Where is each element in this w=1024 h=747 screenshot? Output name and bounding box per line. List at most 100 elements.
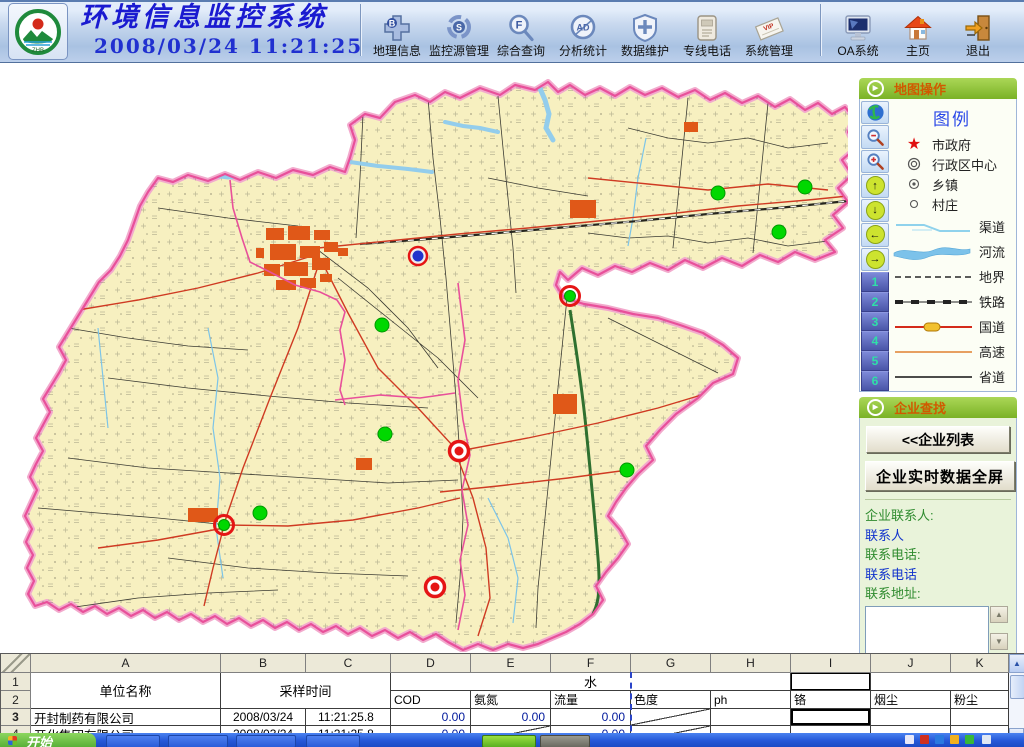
zoom-out-button[interactable] [861,125,889,148]
tray-icon[interactable] [905,735,914,744]
enterprise-marker[interactable] [772,225,786,239]
pan-down-button[interactable]: ↓ [861,199,889,222]
param-powder-dust[interactable]: 粉尘 [951,691,1009,709]
nav-home[interactable]: 主页 [888,4,948,58]
enterprise-marker[interactable] [620,463,634,477]
enterprise-marker[interactable] [378,427,392,441]
col-header-B[interactable]: B [221,654,306,673]
param-ph[interactable]: ph [711,691,791,709]
tray-icon[interactable] [950,735,959,744]
address-input[interactable] [865,606,989,654]
header-unit-name[interactable]: 单位名称 [31,673,221,709]
cell-empty[interactable] [711,709,791,726]
enterprise-marker[interactable] [375,318,389,332]
nav-dedicated-phone[interactable]: 专线电话 [676,4,738,58]
nav-monitoring-source-mgmt[interactable]: S 监控源管理 [428,4,490,58]
cell-cod-value[interactable]: 0.00 [391,709,471,726]
cell-sample-date[interactable]: 2008/03/24 [221,709,306,726]
taskbar-task-button[interactable] [168,735,228,747]
cell-no-data[interactable] [631,709,711,726]
contact-value[interactable]: 联系人 [865,526,1011,545]
table-corner-cell[interactable] [1,654,31,673]
zoom-level-3-button[interactable]: 3 [861,312,889,332]
col-header-I[interactable]: I [791,654,871,673]
nav-data-maintenance[interactable]: 数据维护 [614,4,676,58]
param-smoke-dust[interactable]: 烟尘 [871,691,951,709]
scrollbar-thumb[interactable] [1010,675,1024,699]
divider [865,499,1011,500]
tray-icon[interactable] [965,735,974,744]
selected-cell-I3[interactable] [791,709,871,726]
row-header-2[interactable]: 2 [1,691,31,709]
cell-empty[interactable] [871,709,951,726]
cell-ammonia-value[interactable]: 0.00 [471,709,551,726]
cell-flow-value[interactable]: 0.00 [551,709,631,726]
param-chroma[interactable]: 色度 [631,691,711,709]
table-scroll-up-button[interactable]: ▲ [1009,654,1024,673]
pan-up-button[interactable]: ↑ [861,174,889,197]
nav-system-management[interactable]: VIP 系统管理 [738,4,800,58]
col-header-H[interactable]: H [711,654,791,673]
nav-comprehensive-query[interactable]: F 综合查询 [490,4,552,58]
row-header-1[interactable]: 1 [1,673,31,691]
cell-J1-K1[interactable] [871,673,1009,691]
zoom-level-4-button[interactable]: 4 [861,331,889,351]
tray-icon[interactable] [935,735,944,744]
header-water-group[interactable]: 水 [391,673,791,691]
nav-exit[interactable]: 退出 [948,4,1008,58]
row-header-3[interactable]: 3 [1,709,31,726]
tray-icon[interactable] [920,735,929,744]
phone-value[interactable]: 联系电话 [865,565,1011,584]
scroll-down-icon[interactable]: ▼ [990,633,1008,650]
pan-right-button[interactable]: → [861,248,889,271]
col-header-G[interactable]: G [631,654,711,673]
nav-geographic-info[interactable]: B 地理信息 [366,4,428,58]
nav-analysis-statistics[interactable]: AD 分析统计 [552,4,614,58]
full-extent-button[interactable] [861,101,889,124]
enterprise-marker[interactable] [711,186,725,200]
taskbar-task-button[interactable] [482,735,536,747]
param-flow[interactable]: 流量 [551,691,631,709]
zoom-level-2-button[interactable]: 2 [861,292,889,312]
col-header-D[interactable]: D [391,654,471,673]
col-header-E[interactable]: E [471,654,551,673]
zoom-level-6-button[interactable]: 6 [861,371,889,391]
nav-oa-system[interactable]: OA系统 [828,4,888,58]
taskbar-task-button[interactable] [306,735,360,747]
param-ammonia[interactable]: 氨氮 [471,691,551,709]
enterprise-marker[interactable] [253,506,267,520]
cell-enterprise-name[interactable]: 开封制药有限公司 [31,709,221,726]
alarm-enterprise-marker[interactable] [426,578,445,597]
selected-enterprise-marker[interactable] [409,247,427,265]
enterprise-marker[interactable] [798,180,812,194]
map-operations-header[interactable]: ▶ 地图操作 [859,78,1017,99]
taskbar-task-button[interactable] [540,735,590,747]
enterprise-list-button[interactable]: <<企业列表 [866,426,1010,453]
taskbar-task-button[interactable] [106,735,160,747]
cell-empty[interactable] [951,709,1009,726]
header-sample-time[interactable]: 采样时间 [221,673,391,709]
col-header-A[interactable]: A [31,654,221,673]
col-header-F[interactable]: F [551,654,631,673]
col-header-K[interactable]: K [951,654,1009,673]
table-vertical-scrollbar[interactable]: ▼ [1009,673,1024,742]
pan-left-button[interactable]: ← [861,223,889,246]
col-header-C[interactable]: C [306,654,391,673]
alarm-enterprise-marker[interactable] [450,442,469,461]
tray-icon[interactable] [982,735,991,744]
enterprise-realtime-fullscreen-button[interactable]: 企业实时数据全屏 [865,461,1015,491]
zoom-in-button[interactable] [861,150,889,173]
zoom-level-5-button[interactable]: 5 [861,351,889,371]
start-button[interactable]: 开始 [0,733,96,747]
monitoring-map[interactable] [8,78,848,652]
taskbar-task-button[interactable] [236,735,296,747]
col-header-J[interactable]: J [871,654,951,673]
cell-I1[interactable] [791,673,871,691]
legend-item-railway: 铁路 [888,289,1016,314]
param-cod[interactable]: COD [391,691,471,709]
cell-sample-time[interactable]: 11:21:25.8 [306,709,391,726]
zoom-level-1-button[interactable]: 1 [861,272,889,292]
enterprise-search-header[interactable]: ▶ 企业查找 [859,397,1017,418]
scroll-up-icon[interactable]: ▲ [990,606,1008,623]
param-chromium[interactable]: 铬 [791,691,871,709]
